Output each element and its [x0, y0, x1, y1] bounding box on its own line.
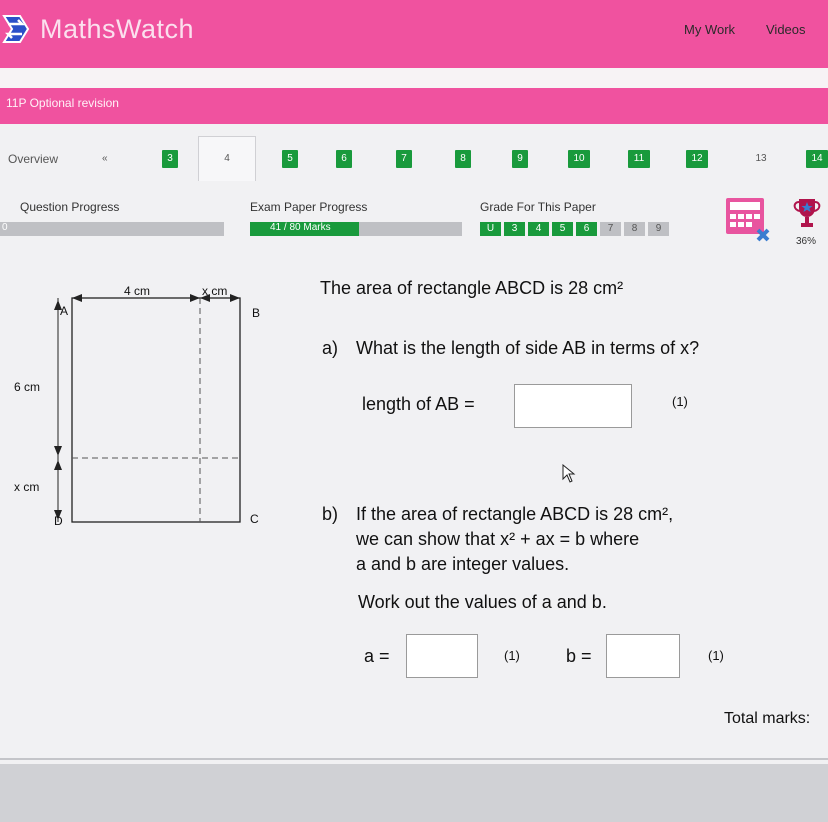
mouse-cursor-icon — [562, 464, 576, 483]
tab-q11[interactable]: 11 — [628, 150, 650, 168]
tab-q6[interactable]: 6 — [336, 150, 352, 168]
percent-score: 36% — [796, 236, 817, 247]
ab-answer-label: length of AB = — [362, 394, 475, 414]
part-b-instruction: Work out the values of a and b. — [358, 592, 607, 612]
corner-c: C — [250, 512, 259, 526]
label-xcm-top: x cm — [202, 284, 228, 298]
b-marks: (1) — [708, 648, 724, 663]
question-progress-bar — [0, 222, 224, 236]
tab-overview[interactable]: Overview — [8, 150, 58, 168]
part-a-text: What is the length of side AB in terms o… — [356, 338, 700, 358]
question-progress-label: Question Progress — [20, 200, 120, 214]
header-separator — [0, 68, 828, 88]
grade-cell-U: U — [480, 222, 501, 236]
label-6cm: 6 cm — [14, 380, 41, 394]
grade-cell-5: 5 — [552, 222, 573, 236]
b-answer-input[interactable] — [606, 634, 680, 678]
tab-q9[interactable]: 9 — [512, 150, 528, 168]
tab-q4[interactable]: 4 — [219, 150, 235, 168]
part-b-line2: we can show that x² + ax = b where — [356, 529, 640, 549]
tab-q5[interactable]: 5 — [282, 150, 298, 168]
question-progress-value: 0 — [2, 222, 8, 233]
footer-area — [0, 764, 828, 822]
tab-q7[interactable]: 7 — [396, 150, 412, 168]
grade-cell-3: 3 — [504, 222, 525, 236]
tab-q10[interactable]: 10 — [568, 150, 590, 168]
tab-q8[interactable]: 8 — [455, 150, 471, 168]
tab-prev[interactable]: « — [102, 150, 108, 168]
exam-progress-label: Exam Paper Progress — [250, 200, 368, 214]
a-marks: (1) — [504, 648, 520, 663]
part-b-line1: If the area of rectangle ABCD is 28 cm², — [356, 504, 674, 524]
part-a-marks: (1) — [672, 394, 688, 409]
calculator-crossed-icon[interactable] — [724, 196, 772, 244]
corner-a: A — [60, 304, 69, 318]
part-b-label: b) — [322, 504, 339, 524]
grade-cell-8: 8 — [624, 222, 645, 236]
nav-my-work[interactable]: My Work — [684, 22, 735, 37]
grade-cell-9: 9 — [648, 222, 669, 236]
ab-answer-input[interactable] — [514, 384, 632, 428]
corner-d: D — [54, 514, 63, 528]
grade-cell-4: 4 — [528, 222, 549, 236]
logo-text[interactable]: MathsWatch — [40, 14, 194, 45]
a-answer-label: a = — [364, 646, 390, 666]
tab-q12[interactable]: 12 — [686, 150, 708, 168]
rectangle-abcd — [71, 297, 241, 523]
grade-cell-6: 6 — [576, 222, 597, 236]
mathswatch-logo-icon[interactable] — [0, 12, 32, 46]
part-a-label: a) — [322, 338, 339, 358]
part-b-line3: a and b are integer values. — [356, 554, 570, 574]
footer-divider — [0, 758, 828, 760]
exam-progress-value: 41 / 80 Marks — [270, 222, 331, 233]
tab-q14[interactable]: 14 — [806, 150, 828, 168]
label-4cm: 4 cm — [124, 284, 151, 298]
trophy-icon — [793, 199, 821, 227]
nav-videos[interactable]: Videos — [766, 22, 806, 37]
assignment-title: 11P Optional revision — [6, 96, 119, 110]
tab-q13[interactable]: 13 — [750, 150, 772, 168]
total-marks-label: Total marks: — [724, 710, 811, 727]
grade-cell-7: 7 — [600, 222, 621, 236]
sub-header-bar — [0, 88, 828, 124]
corner-b: B — [252, 306, 261, 320]
b-answer-label: b = — [566, 646, 592, 666]
grade-label: Grade For This Paper — [480, 200, 596, 214]
question-intro: The area of rectangle ABCD is 28 cm² — [320, 278, 624, 298]
tab-q3[interactable]: 3 — [162, 150, 178, 168]
a-answer-input[interactable] — [406, 634, 478, 678]
label-xcm-left: x cm — [14, 480, 40, 494]
